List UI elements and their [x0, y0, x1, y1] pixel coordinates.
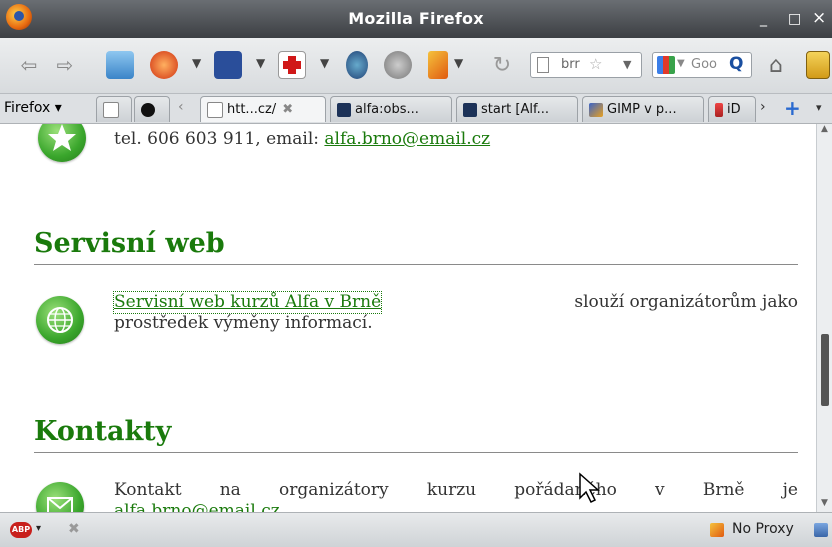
tab-id[interactable]: iD: [708, 96, 756, 122]
page-content: tel. 606 603 911, email: alfa.brno@email…: [0, 124, 816, 512]
section-heading-servis: Servisní web: [34, 228, 225, 259]
tab-start-alfa[interactable]: start [Alf...: [456, 96, 578, 122]
tab-label: GIMP v p...: [607, 102, 677, 117]
email-link[interactable]: alfa.brno@email.cz: [324, 129, 490, 149]
search-bar[interactable]: ▼ Goo Q: [652, 52, 752, 78]
firefox-menu-button[interactable]: Firefox ▾: [4, 100, 62, 116]
url-text: brr: [561, 57, 580, 72]
dokuwiki-icon: [463, 102, 477, 117]
save-icon[interactable]: [214, 51, 242, 79]
status-bar: ABP ▾ ✖ No Proxy: [0, 512, 832, 547]
section-heading-kontakty: Kontakty: [34, 416, 172, 447]
swirl-icon[interactable]: [346, 51, 368, 79]
page-icon: [103, 101, 119, 118]
back-button[interactable]: ⇦: [14, 50, 44, 80]
url-bar[interactable]: brr ☆ ▼: [530, 52, 642, 78]
tab-label: htt...cz/: [227, 102, 277, 117]
minimize-button[interactable]: _: [760, 11, 767, 27]
servis-paragraph: Servisní web kurzů Alfa v Brně slouží or…: [112, 291, 798, 333]
kontakty-email-link[interactable]: alfa.brno@email.cz: [114, 501, 280, 512]
envelope-icon: [36, 482, 84, 512]
page-icon: [207, 101, 223, 118]
mouse-cursor-icon: [579, 472, 600, 504]
moon-icon: [141, 102, 155, 117]
close-button[interactable]: ×: [812, 8, 826, 28]
proxy-status[interactable]: No Proxy: [732, 521, 794, 537]
addon-icon[interactable]: [814, 523, 828, 537]
servis-web-link[interactable]: Servisní web kurzů Alfa v Brně: [112, 291, 383, 314]
tab-close-icon[interactable]: ✖: [282, 102, 293, 117]
home-icon[interactable]: ⌂: [762, 50, 790, 80]
dokuwiki-icon: [337, 102, 351, 117]
chevron-down-icon[interactable]: ▼: [192, 56, 201, 70]
tab-scroll-left-icon[interactable]: ‹: [178, 99, 184, 115]
scroll-down-icon[interactable]: ▼: [821, 498, 828, 508]
chevron-down-icon[interactable]: ▼: [454, 56, 463, 70]
tab-alfa-obs[interactable]: alfa:obs...: [330, 96, 452, 122]
firebug-icon[interactable]: [428, 51, 448, 79]
gimp-icon: [589, 102, 603, 117]
globe-icon: [36, 296, 84, 344]
tab-label: iD: [727, 102, 741, 117]
idnes-icon: [715, 102, 723, 117]
page-icon: [537, 57, 549, 73]
forward-button[interactable]: ⇨: [50, 50, 80, 80]
section-divider: [34, 452, 798, 453]
contact-line: tel. 606 603 911, email: alfa.brno@email…: [114, 129, 491, 149]
adblock-icon[interactable]: ABP: [10, 522, 32, 538]
google-icon[interactable]: [657, 56, 675, 74]
tab-bar: Firefox ▾ ‹ htt...cz/ ✖ alfa:obs... star…: [0, 94, 832, 124]
bookmark-star-icon[interactable]: ☆: [589, 55, 602, 73]
chevron-down-icon[interactable]: ▼: [623, 58, 631, 71]
scroll-up-icon[interactable]: ▲: [821, 124, 828, 134]
tab-label: alfa:obs...: [355, 102, 419, 117]
close-addon-bar-icon[interactable]: ✖: [68, 521, 80, 537]
chevron-down-icon[interactable]: ▾: [36, 523, 41, 534]
weather-icon[interactable]: [106, 51, 134, 79]
window-title: Mozilla Firefox: [348, 9, 484, 28]
tab-gimp[interactable]: GIMP v p...: [582, 96, 704, 122]
addon-red-cross-icon[interactable]: [278, 51, 306, 79]
section-divider: [34, 264, 798, 265]
kontakty-paragraph: Kontakt na organizátory kurzu pořádaného…: [114, 480, 798, 512]
search-icon[interactable]: Q: [729, 54, 743, 74]
foxyproxy-icon[interactable]: [710, 523, 724, 537]
maximize-button[interactable]: □: [788, 11, 801, 27]
bookmarks-icon[interactable]: [806, 51, 830, 79]
gear-icon[interactable]: [384, 51, 412, 79]
navigation-toolbar: ⇦ ⇨ ▼ ▼ ▼ ▼ ↻ brr ☆ ▼ ▼ Goo Q ⌂: [0, 38, 832, 94]
chevron-down-icon[interactable]: ▼: [677, 58, 685, 69]
new-tab-icon[interactable]: +: [784, 96, 801, 120]
reload-icon[interactable]: ↻: [488, 50, 516, 80]
search-input[interactable]: Goo: [691, 57, 717, 72]
chevron-down-icon[interactable]: ▼: [320, 56, 329, 70]
star-icon: [38, 124, 86, 162]
vertical-scrollbar[interactable]: ▲ ▼: [816, 124, 832, 512]
download-icon[interactable]: [150, 51, 178, 79]
tab-pinned-moon[interactable]: [134, 96, 170, 122]
window-titlebar: Mozilla Firefox _ □ ×: [0, 0, 832, 38]
tab-pinned-page[interactable]: [96, 96, 132, 122]
scrollbar-thumb[interactable]: [821, 334, 829, 406]
tab-active[interactable]: htt...cz/ ✖: [200, 96, 326, 122]
chevron-down-icon[interactable]: ▼: [256, 56, 265, 70]
tab-list-icon[interactable]: ▾: [816, 101, 822, 114]
tab-scroll-right-icon[interactable]: ›: [760, 99, 766, 115]
tab-label: start [Alf...: [481, 102, 550, 117]
